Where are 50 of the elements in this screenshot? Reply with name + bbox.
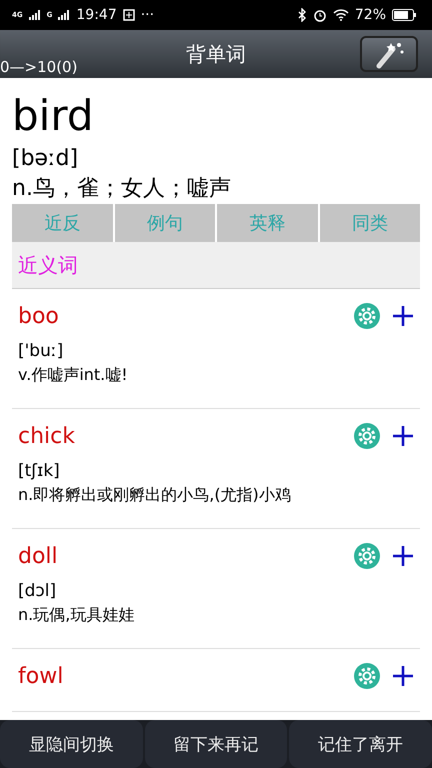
tab[interactable]: 英释 (217, 204, 318, 242)
gear-icon (354, 663, 380, 689)
action-button[interactable]: 记住了离开 (289, 720, 432, 768)
plus-icon (392, 425, 414, 447)
signal-icon (28, 10, 41, 20)
wifi-icon (332, 9, 349, 21)
entry-phonetic: [tʃɪk] (18, 461, 61, 481)
entry-definition: n.玩偶,玩具娃娃 (18, 605, 136, 626)
gear-icon (354, 543, 380, 569)
battery-percent: 72% (354, 7, 386, 23)
battery-icon (392, 9, 416, 21)
add-button[interactable] (392, 305, 414, 327)
plus-icon (392, 545, 414, 567)
entry-word: doll (18, 544, 58, 568)
more-indicator: ··· (140, 7, 154, 23)
signal-icon (58, 10, 70, 20)
plus-icon (392, 665, 414, 687)
entry-word: boo (18, 304, 59, 328)
add-button[interactable] (392, 665, 414, 687)
settings-button[interactable] (354, 303, 380, 329)
gear-icon (354, 303, 380, 329)
definition: n.鸟，雀；女人；嘘声 (12, 175, 232, 203)
add-button[interactable] (392, 425, 414, 447)
entry-definition: n.即将孵出或刚孵出的小鸟,(尤指)小鸡 (18, 485, 292, 506)
clock-time: 19:47 (76, 7, 117, 23)
tab[interactable]: 近反 (12, 204, 112, 242)
headword: bird (12, 90, 95, 142)
page-title: 背单词 (186, 41, 246, 68)
tab[interactable]: 例句 (114, 204, 215, 242)
alarm-icon (312, 8, 327, 22)
action-button[interactable]: 留下来再记 (144, 720, 288, 768)
entry-word: fowl (18, 664, 64, 688)
progress-counter: 0—>10(0) (0, 58, 78, 76)
entry-phonetic: ['buː] (18, 341, 64, 361)
tab[interactable]: 同类 (320, 204, 420, 242)
section-title: 近义词 (18, 252, 78, 278)
entry-phonetic: [dɔl] (18, 581, 58, 601)
settings-button[interactable] (354, 663, 380, 689)
bluetooth-icon (296, 8, 307, 22)
magic-wand-button[interactable] (360, 36, 418, 72)
settings-button[interactable] (354, 423, 380, 449)
entry-word: chick (18, 424, 75, 448)
gear-icon (354, 423, 380, 449)
plus-icon (392, 305, 414, 327)
phonetic: [bəːd] (12, 145, 80, 173)
settings-button[interactable] (354, 543, 380, 569)
entry-definition: v.作嘘声int.嘘! (18, 365, 129, 386)
add-button[interactable] (392, 545, 414, 567)
notification-icon (122, 9, 135, 21)
action-button[interactable]: 显隐间切换 (0, 720, 143, 768)
